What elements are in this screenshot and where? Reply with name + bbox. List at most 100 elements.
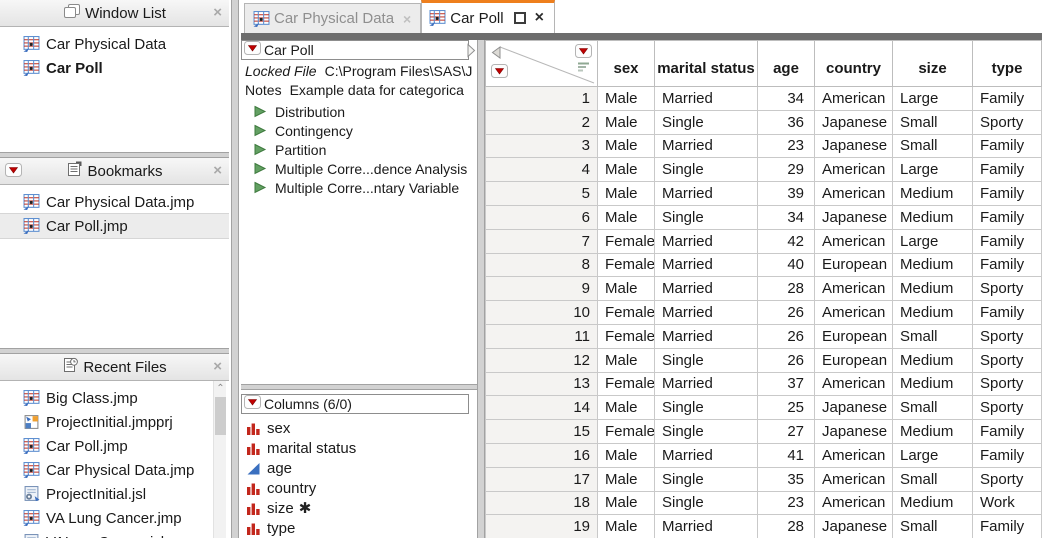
cell-size[interactable]: Medium: [893, 348, 973, 372]
cell-size[interactable]: Small: [893, 515, 973, 538]
cell-type[interactable]: Sporty: [973, 467, 1042, 491]
row-number-cell[interactable]: 6: [486, 205, 598, 229]
window-list-item[interactable]: Car Poll: [0, 56, 229, 80]
row-number-cell[interactable]: 18: [486, 491, 598, 515]
row-number-cell[interactable]: 1: [486, 87, 598, 111]
cell-country[interactable]: American: [815, 491, 893, 515]
cell-sex[interactable]: Female: [598, 420, 655, 444]
nominal-column-icon[interactable]: [246, 481, 261, 496]
cell-country[interactable]: American: [815, 467, 893, 491]
close-icon[interactable]: ×: [213, 4, 222, 21]
cell-country[interactable]: European: [815, 324, 893, 348]
cell-country[interactable]: American: [815, 182, 893, 206]
cell-country[interactable]: European: [815, 348, 893, 372]
cell-type[interactable]: Sporty: [973, 396, 1042, 420]
cell-marital-status[interactable]: Married: [655, 372, 758, 396]
cell-type[interactable]: Sporty: [973, 277, 1042, 301]
saved-analysis-item[interactable]: Multiple Corre...ntary Variable: [241, 178, 477, 197]
red-triangle-menu-icon[interactable]: [5, 163, 22, 182]
column-list-item[interactable]: country: [241, 478, 477, 498]
tab-car-physical-data[interactable]: Car Physical Data ×: [244, 3, 421, 33]
grid-column-header-marital-status[interactable]: marital status: [655, 41, 758, 87]
cell-country[interactable]: American: [815, 87, 893, 111]
close-icon[interactable]: ×: [213, 162, 222, 179]
notes-row[interactable]: NotesExample data for categorica: [241, 82, 477, 98]
column-list-item[interactable]: size ✱: [241, 498, 477, 518]
column-list-item[interactable]: age: [241, 458, 477, 478]
cell-sex[interactable]: Female: [598, 372, 655, 396]
cell-age[interactable]: 27: [758, 420, 815, 444]
cell-type[interactable]: Family: [973, 301, 1042, 325]
cell-age[interactable]: 37: [758, 372, 815, 396]
grid-column-header-country[interactable]: country: [815, 41, 893, 87]
cell-size[interactable]: Small: [893, 396, 973, 420]
cell-sex[interactable]: Female: [598, 253, 655, 277]
cell-country[interactable]: American: [815, 158, 893, 182]
recent-files-scrollbar[interactable]: ⌃: [213, 381, 226, 538]
cell-sex[interactable]: Male: [598, 205, 655, 229]
cell-marital-status[interactable]: Single: [655, 491, 758, 515]
cell-marital-status[interactable]: Single: [655, 420, 758, 444]
grid-column-header-size[interactable]: size: [893, 41, 973, 87]
cell-type[interactable]: Sporty: [973, 110, 1042, 134]
cell-age[interactable]: 26: [758, 324, 815, 348]
cell-marital-status[interactable]: Single: [655, 396, 758, 420]
grid-column-header-sex[interactable]: sex: [598, 41, 655, 87]
cell-age[interactable]: 26: [758, 301, 815, 325]
column-list-item[interactable]: type: [241, 518, 477, 538]
cell-sex[interactable]: Male: [598, 491, 655, 515]
cell-marital-status[interactable]: Married: [655, 134, 758, 158]
analysis-run-triangle-icon[interactable]: [253, 124, 267, 137]
panel-splitter[interactable]: [477, 40, 485, 538]
cell-sex[interactable]: Female: [598, 229, 655, 253]
cell-size[interactable]: Medium: [893, 372, 973, 396]
row-number-cell[interactable]: 7: [486, 229, 598, 253]
cell-size[interactable]: Small: [893, 467, 973, 491]
cell-type[interactable]: Family: [973, 515, 1042, 538]
cell-sex[interactable]: Male: [598, 87, 655, 111]
saved-analysis-item[interactable]: Multiple Corre...dence Analysis: [241, 159, 477, 178]
cell-type[interactable]: Family: [973, 420, 1042, 444]
cell-country[interactable]: Japanese: [815, 205, 893, 229]
cell-type[interactable]: Family: [973, 158, 1042, 182]
cell-age[interactable]: 34: [758, 205, 815, 229]
saved-analysis-item[interactable]: Contingency: [241, 121, 477, 140]
cell-type[interactable]: Family: [973, 229, 1042, 253]
tab-close-icon[interactable]: ×: [403, 11, 411, 27]
nominal-column-icon[interactable]: [246, 521, 261, 536]
cell-country[interactable]: Japanese: [815, 515, 893, 538]
cell-size[interactable]: Large: [893, 158, 973, 182]
cell-type[interactable]: Family: [973, 253, 1042, 277]
cell-size[interactable]: Medium: [893, 277, 973, 301]
cell-type[interactable]: Family: [973, 87, 1042, 111]
columns-menu-red-triangle-icon[interactable]: [575, 44, 592, 62]
row-number-cell[interactable]: 12: [486, 348, 598, 372]
cell-sex[interactable]: Female: [598, 301, 655, 325]
cell-marital-status[interactable]: Married: [655, 324, 758, 348]
analysis-run-triangle-icon[interactable]: [253, 105, 267, 118]
cell-age[interactable]: 26: [758, 348, 815, 372]
column-filter-icon[interactable]: [577, 61, 590, 78]
locked-file-row[interactable]: Locked FileC:\Program Files\SAS\J: [241, 63, 477, 79]
saved-analysis-item[interactable]: Partition: [241, 140, 477, 159]
red-triangle-menu-icon[interactable]: [244, 395, 261, 414]
row-number-cell[interactable]: 5: [486, 182, 598, 206]
cell-marital-status[interactable]: Married: [655, 301, 758, 325]
cell-age[interactable]: 28: [758, 277, 815, 301]
cell-age[interactable]: 28: [758, 515, 815, 538]
recent-file-item[interactable]: ProjectInitial.jmpprj: [0, 410, 213, 434]
cell-sex[interactable]: Male: [598, 348, 655, 372]
saved-analysis-item[interactable]: Distribution: [241, 102, 477, 121]
cell-type[interactable]: Work: [973, 491, 1042, 515]
row-number-cell[interactable]: 14: [486, 396, 598, 420]
cell-marital-status[interactable]: Single: [655, 467, 758, 491]
cell-size[interactable]: Medium: [893, 205, 973, 229]
cell-marital-status[interactable]: Single: [655, 205, 758, 229]
cell-marital-status[interactable]: Single: [655, 110, 758, 134]
row-number-cell[interactable]: 11: [486, 324, 598, 348]
row-number-cell[interactable]: 4: [486, 158, 598, 182]
cell-size[interactable]: Medium: [893, 182, 973, 206]
cell-marital-status[interactable]: Single: [655, 348, 758, 372]
column-list-item[interactable]: marital status: [241, 438, 477, 458]
recent-file-item[interactable]: ProjectInitial.jsl: [0, 482, 213, 506]
